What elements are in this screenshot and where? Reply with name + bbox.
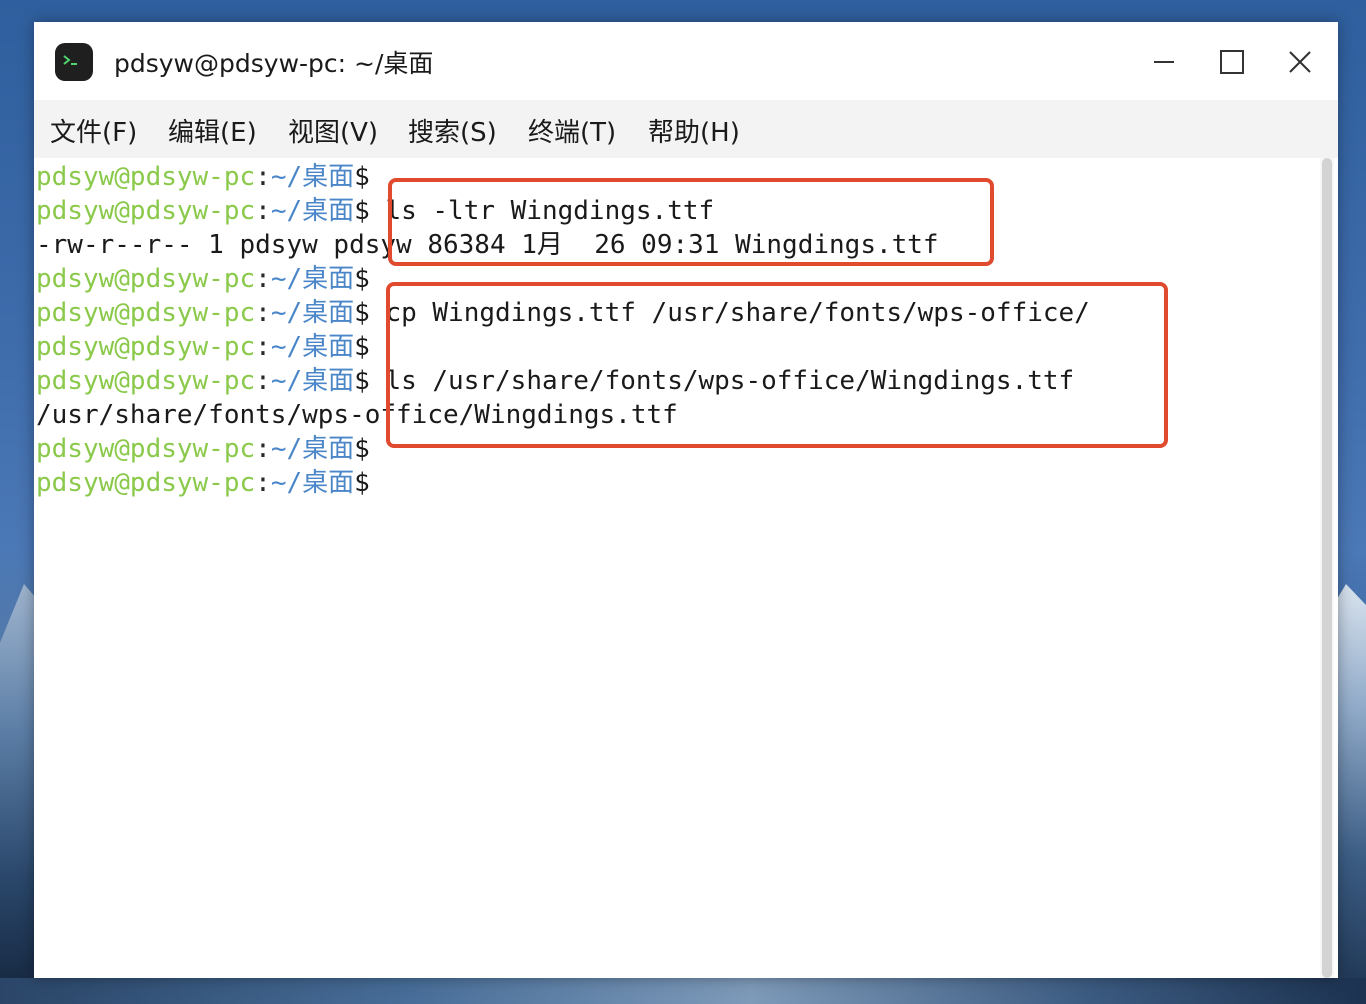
wallpaper-bottom	[0, 978, 1366, 1004]
prompt-path: ~/桌面	[270, 366, 355, 396]
prompt-separator: :	[255, 468, 271, 498]
prompt-path: ~/桌面	[270, 434, 355, 464]
close-button[interactable]	[1282, 44, 1318, 80]
terminal-line: pdsyw@pdsyw-pc:~/桌面$	[36, 466, 1318, 500]
prompt-separator: :	[255, 332, 271, 362]
close-icon	[1289, 51, 1311, 73]
prompt-separator: :	[255, 162, 271, 192]
window-title: pdsyw@pdsyw-pc: ~/桌面	[114, 49, 434, 78]
terminal-line: pdsyw@pdsyw-pc:~/桌面$	[36, 432, 1318, 466]
prompt-path: ~/桌面	[270, 298, 355, 328]
scrollbar-thumb[interactable]	[1322, 158, 1332, 978]
prompt-separator: :	[255, 434, 271, 464]
maximize-icon	[1220, 50, 1244, 74]
command-text: ls -ltr Wingdings.ttf	[385, 196, 715, 226]
prompt-user: pdsyw@pdsyw-pc	[36, 264, 256, 294]
title-bar[interactable]: pdsyw@pdsyw-pc: ~/桌面	[34, 22, 1338, 100]
menu-view[interactable]: 视图(V)	[288, 112, 378, 149]
prompt-symbol: $	[354, 264, 370, 294]
prompt-path: ~/桌面	[270, 468, 355, 498]
maximize-button[interactable]	[1214, 44, 1250, 80]
terminal-line: pdsyw@pdsyw-pc:~/桌面$	[36, 262, 1318, 296]
prompt-symbol: $	[354, 196, 370, 226]
prompt-symbol: $	[354, 298, 370, 328]
terminal-line: pdsyw@pdsyw-pc:~/桌面$ ls -ltr Wingdings.t…	[36, 194, 1318, 228]
prompt-user: pdsyw@pdsyw-pc	[36, 434, 256, 464]
command-text: ls /usr/share/fonts/wps-office/Wingdings…	[385, 366, 1075, 396]
minimize-button[interactable]	[1146, 44, 1182, 80]
command-output: -rw-r--r-- 1 pdsyw pdsyw 86384 1月 26 09:…	[36, 230, 939, 260]
prompt-user: pdsyw@pdsyw-pc	[36, 298, 256, 328]
prompt-separator: :	[255, 298, 271, 328]
menu-terminal[interactable]: 终端(T)	[528, 112, 616, 149]
terminal-window: pdsyw@pdsyw-pc: ~/桌面 文件(F) 编辑(E) 视图(V) 搜…	[34, 22, 1338, 978]
prompt-path: ~/桌面	[270, 196, 355, 226]
prompt-path: ~/桌面	[270, 162, 355, 192]
prompt-symbol: $	[354, 162, 370, 192]
minimize-icon	[1154, 61, 1174, 63]
terminal-output: pdsyw@pdsyw-pc:~/桌面$ pdsyw@pdsyw-pc:~/桌面…	[36, 160, 1318, 500]
vertical-scrollbar[interactable]	[1320, 158, 1334, 978]
terminal-icon	[55, 43, 93, 81]
prompt-separator: :	[255, 366, 271, 396]
prompt-user: pdsyw@pdsyw-pc	[36, 196, 256, 226]
prompt-user: pdsyw@pdsyw-pc	[36, 468, 256, 498]
prompt-path: ~/桌面	[270, 264, 355, 294]
command-text: cp Wingdings.ttf /usr/share/fonts/wps-of…	[385, 298, 1090, 328]
prompt-symbol: $	[354, 468, 370, 498]
menu-edit[interactable]: 编辑(E)	[168, 112, 257, 149]
terminal-line: pdsyw@pdsyw-pc:~/桌面$ cp Wingdings.ttf /u…	[36, 296, 1318, 330]
menu-search[interactable]: 搜索(S)	[408, 112, 497, 149]
prompt-separator: :	[255, 196, 271, 226]
command-output: /usr/share/fonts/wps-office/Wingdings.tt…	[36, 400, 678, 430]
terminal-line: pdsyw@pdsyw-pc:~/桌面$	[36, 330, 1318, 364]
prompt-symbol: $	[354, 332, 370, 362]
prompt-user: pdsyw@pdsyw-pc	[36, 162, 256, 192]
prompt-symbol: $	[354, 366, 370, 396]
terminal-line: pdsyw@pdsyw-pc:~/桌面$	[36, 160, 1318, 194]
terminal-line: pdsyw@pdsyw-pc:~/桌面$ ls /usr/share/fonts…	[36, 364, 1318, 398]
menu-help[interactable]: 帮助(H)	[648, 112, 740, 149]
terminal-area[interactable]: pdsyw@pdsyw-pc:~/桌面$ pdsyw@pdsyw-pc:~/桌面…	[34, 158, 1338, 978]
prompt-symbol: $	[354, 434, 370, 464]
prompt-path: ~/桌面	[270, 332, 355, 362]
prompt-user: pdsyw@pdsyw-pc	[36, 332, 256, 362]
menu-bar: 文件(F) 编辑(E) 视图(V) 搜索(S) 终端(T) 帮助(H)	[34, 100, 1338, 158]
menu-file[interactable]: 文件(F)	[50, 112, 137, 149]
prompt-separator: :	[255, 264, 271, 294]
prompt-user: pdsyw@pdsyw-pc	[36, 366, 256, 396]
